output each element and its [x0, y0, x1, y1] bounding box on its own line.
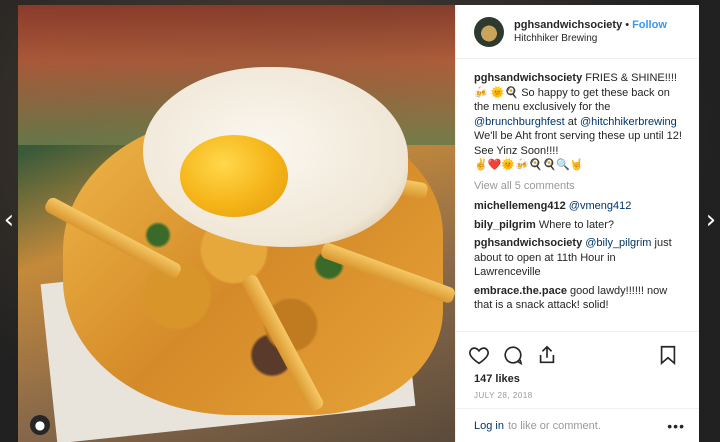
caption-text-4: We'll be Aht front serving these up unti… — [474, 130, 682, 157]
comment: michellemeng412 @vmeng412 — [474, 199, 685, 214]
previous-post-arrow[interactable]: ‹ — [0, 205, 18, 235]
post-modal: ● pghsandwichsociety • Follow Hitchhiker B… — [18, 5, 699, 442]
caption-text-2: 🌞🍳 So happy to get these back on the men… — [474, 86, 670, 114]
caption-mention-hitchhikerbrewing[interactable]: @hitchhikerbrewing — [580, 116, 677, 128]
comment-icon[interactable] — [502, 344, 530, 368]
login-footer: Log in to like or comment. ••• — [456, 408, 699, 442]
post-header: pghsandwichsociety • Follow Hitchhiker Bre… — [456, 5, 699, 59]
comment-username[interactable]: michellemeng412 — [474, 200, 566, 212]
login-footer-text: to like or comment. — [507, 419, 601, 432]
location-link[interactable]: Hitchhiker Brewing — [514, 32, 667, 46]
post-sidebar: pghsandwichsociety • Follow Hitchhiker Bre… — [455, 5, 699, 442]
photo-egg-yolk — [180, 135, 288, 217]
share-icon[interactable] — [536, 344, 564, 368]
likes-count[interactable]: 147 likes — [456, 371, 699, 385]
header-separator: • — [625, 18, 630, 31]
bookmark-icon[interactable] — [657, 344, 685, 368]
caption-text-3: at — [567, 115, 577, 128]
comments-list: pghsandwichsociety FRIES & SHINE!!!! 🍻 🌞… — [456, 59, 699, 331]
caption-username[interactable]: pghsandwichsociety — [474, 72, 582, 84]
caption-emojis: ✌️❤️🌞🍻🍳🍳🔍🤘 — [474, 158, 584, 171]
comment-username[interactable]: pghsandwichsociety — [474, 237, 582, 249]
caption: pghsandwichsociety FRIES & SHINE!!!! 🍻 🌞… — [474, 71, 685, 173]
comment: pghsandwichsociety @bily_pilgrim just ab… — [474, 236, 685, 280]
post-photo[interactable]: ● — [18, 5, 455, 442]
comment: bily_pilgrim Where to later? — [474, 218, 685, 233]
comment-text: Where to later? — [538, 218, 615, 231]
caption-mention-brunchburghfest[interactable]: @brunchburghfest — [474, 116, 565, 128]
view-all-comments-link[interactable]: View all 5 comments — [474, 179, 685, 194]
post-date: JULY 28, 2018 — [474, 391, 533, 400]
user-icon[interactable]: ● — [30, 415, 50, 435]
comment-username[interactable]: bily_pilgrim — [474, 219, 536, 231]
next-post-arrow[interactable]: › — [702, 205, 720, 235]
avatar[interactable] — [474, 16, 504, 47]
comment: embrace.the.pace good lawdy!!!!!! now th… — [474, 284, 685, 313]
comment-mention[interactable]: @bily_pilgrim — [585, 237, 651, 249]
comment-username[interactable]: embrace.the.pace — [474, 285, 567, 297]
comment-mention[interactable]: @vmeng412 — [569, 200, 632, 212]
login-link[interactable]: Log in — [474, 420, 504, 432]
more-options-icon[interactable]: ••• — [667, 418, 685, 434]
header-username[interactable]: pghsandwichsociety — [514, 19, 622, 31]
action-bar — [456, 331, 699, 371]
follow-button[interactable]: Follow — [632, 19, 667, 31]
heart-icon[interactable] — [468, 344, 496, 368]
